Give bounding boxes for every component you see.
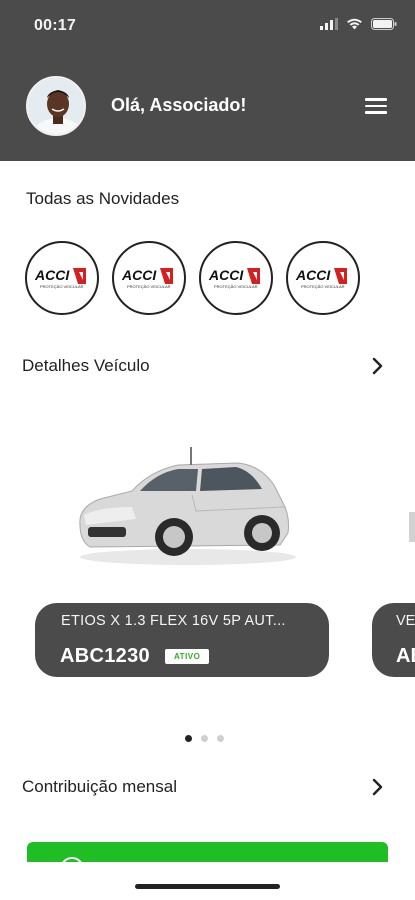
- avatar-photo: [28, 78, 84, 134]
- carousel-dot[interactable]: [201, 735, 208, 742]
- news-item[interactable]: ACCI PROTEÇÃO VEICULAR: [112, 241, 186, 315]
- svg-text:ACCI: ACCI: [34, 267, 70, 283]
- svg-text:PROTEÇÃO VEICULAR: PROTEÇÃO VEICULAR: [40, 284, 84, 289]
- svg-text:ACCI: ACCI: [295, 267, 331, 283]
- greeting-text: Olá, Associado!: [111, 95, 247, 115]
- status-bar: 00:17: [0, 0, 415, 52]
- vehicle-card[interactable]: ETIOS X 1.3 FLEX 16V 5P AUT... ABC1230 A…: [35, 603, 329, 677]
- bottom-safe-area: [0, 862, 415, 900]
- news-section-title: Todas as Novidades: [26, 189, 180, 208]
- status-icons: [320, 18, 397, 30]
- news-list: ACCI PROTEÇÃO VEICULAR ACCI PROTEÇÃO VEI…: [25, 241, 360, 315]
- user-avatar[interactable]: [26, 76, 86, 136]
- news-item[interactable]: ACCI PROTEÇÃO VEICULAR: [25, 241, 99, 315]
- next-car-image: [409, 512, 415, 542]
- svg-text:ACCI: ACCI: [121, 267, 157, 283]
- contribution-section-title: Contribuição mensal: [22, 777, 177, 796]
- carousel-dot[interactable]: [217, 735, 224, 742]
- vehicle-model: ETIOS X 1.3 FLEX 16V 5P AUT...: [61, 613, 286, 629]
- vehicle-section-title: Detalhes Veículo: [22, 356, 150, 375]
- chevron-right-icon: [372, 357, 383, 375]
- status-time: 00:17: [34, 17, 76, 34]
- vehicle-card-next[interactable]: VE AB: [372, 603, 415, 677]
- vehicle-model-next: VE: [396, 613, 415, 629]
- svg-text:PROTEÇÃO VEICULAR: PROTEÇÃO VEICULAR: [127, 284, 171, 289]
- carousel-dots: [185, 735, 224, 742]
- svg-text:PROTEÇÃO VEICULAR: PROTEÇÃO VEICULAR: [301, 284, 345, 289]
- app-header: 00:17 Olá, Associado!: [0, 0, 415, 161]
- hamburger-menu-icon[interactable]: [365, 95, 391, 117]
- home-indicator[interactable]: [135, 884, 280, 889]
- vehicle-plate-next: AB: [396, 645, 415, 667]
- car-image: [79, 447, 296, 565]
- svg-text:ACCI: ACCI: [208, 267, 244, 283]
- news-item[interactable]: ACCI PROTEÇÃO VEICULAR: [286, 241, 360, 315]
- battery-icon: [371, 18, 397, 30]
- contribution-link[interactable]: Contribuição mensal: [22, 775, 394, 803]
- signal-icon: [320, 18, 338, 30]
- acci-logo-icon: ACCI PROTEÇÃO VEICULAR: [208, 267, 260, 289]
- svg-text:PROTEÇÃO VEICULAR: PROTEÇÃO VEICULAR: [214, 284, 258, 289]
- chevron-right-icon: [372, 778, 383, 796]
- vehicle-plate: ABC1230: [60, 645, 150, 667]
- acci-logo-icon: ACCI PROTEÇÃO VEICULAR: [34, 267, 86, 289]
- wifi-icon: [347, 18, 362, 30]
- carousel-dot[interactable]: [185, 735, 192, 742]
- acci-logo-icon: ACCI PROTEÇÃO VEICULAR: [121, 267, 173, 289]
- news-item[interactable]: ACCI PROTEÇÃO VEICULAR: [199, 241, 273, 315]
- acci-logo-icon: ACCI PROTEÇÃO VEICULAR: [295, 267, 347, 289]
- status-badge: ATIVO: [165, 649, 210, 664]
- vehicle-details-link[interactable]: Detalhes Veículo: [22, 354, 394, 382]
